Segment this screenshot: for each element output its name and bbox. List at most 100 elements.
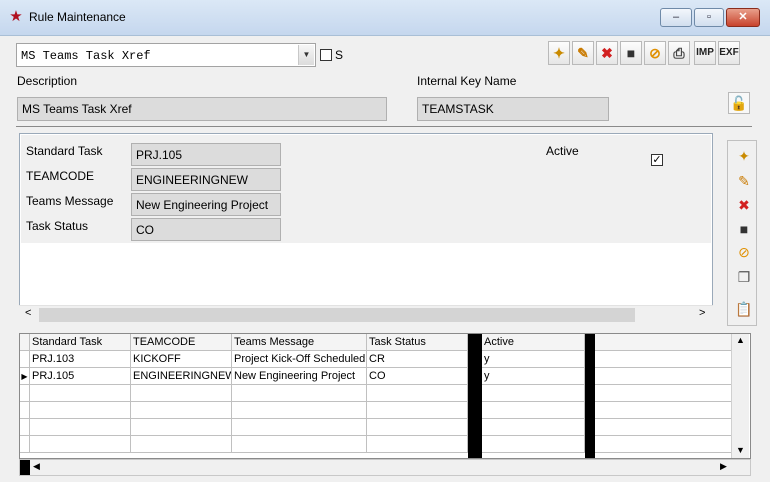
cell-teams-message[interactable]: Project Kick-Off Scheduled bbox=[232, 351, 367, 368]
teams-message-field[interactable]: New Engineering Project bbox=[131, 193, 281, 216]
window-title: Rule Maintenance bbox=[29, 10, 126, 24]
maximize-button[interactable]: ▫ bbox=[694, 8, 724, 27]
column-header-task-status[interactable]: Task Status bbox=[367, 334, 468, 351]
grid-scroll-right-icon[interactable]: ▶ bbox=[720, 461, 727, 472]
column-header-teamcode[interactable]: TEAMCODE bbox=[131, 334, 232, 351]
empty-cell[interactable] bbox=[131, 436, 232, 453]
detail-new-icon[interactable]: ✦ bbox=[734, 145, 754, 165]
unlock-icon[interactable]: 🔓 bbox=[728, 92, 750, 114]
grid-vertical-scrollbar[interactable]: ▲ ▼ bbox=[731, 334, 749, 458]
cell-task-status[interactable]: CR bbox=[367, 351, 468, 368]
cell-standard-task[interactable]: PRJ.105 bbox=[30, 368, 131, 385]
scrollbar-corner bbox=[20, 460, 30, 475]
grid-scroll-left-icon[interactable]: ◀ bbox=[33, 461, 40, 472]
cell-active[interactable]: y bbox=[482, 351, 585, 368]
detail-form bbox=[21, 135, 711, 243]
scroll-thumb[interactable] bbox=[39, 308, 635, 322]
rule-grid[interactable]: Standard Task TEAMCODE Teams Message Tas… bbox=[19, 333, 751, 459]
empty-cell[interactable] bbox=[131, 385, 232, 402]
empty-cell[interactable] bbox=[482, 385, 585, 402]
standard-task-field[interactable]: PRJ.105 bbox=[131, 143, 281, 166]
cell-empty bbox=[595, 351, 735, 368]
detail-save-icon[interactable]: ■ bbox=[734, 218, 754, 238]
minimize-button[interactable]: – bbox=[660, 8, 692, 27]
teamcode-label: TEAMCODE bbox=[26, 169, 95, 183]
delete-icon: ✖ bbox=[601, 45, 613, 61]
new-icon: ✦ bbox=[553, 45, 565, 61]
scroll-right-icon[interactable]: > bbox=[699, 307, 705, 319]
empty-cell[interactable] bbox=[367, 419, 468, 436]
empty-cell[interactable] bbox=[232, 402, 367, 419]
task-status-field[interactable]: CO bbox=[131, 218, 281, 241]
empty-cell[interactable] bbox=[30, 385, 131, 402]
chevron-down-icon[interactable]: ▼ bbox=[298, 45, 314, 65]
rule-combobox[interactable]: MS Teams Task Xref ▼ bbox=[16, 43, 316, 67]
cell-teams-message[interactable]: New Engineering Project bbox=[232, 368, 367, 385]
row-selector[interactable] bbox=[20, 351, 30, 368]
empty-cell bbox=[595, 436, 735, 453]
empty-cell[interactable] bbox=[482, 436, 585, 453]
cell-teamcode[interactable]: ENGINEERINGNEW bbox=[131, 368, 232, 385]
column-header-active[interactable]: Active bbox=[482, 334, 585, 351]
cell-task-status[interactable]: CO bbox=[367, 368, 468, 385]
description-field[interactable]: MS Teams Task Xref bbox=[17, 97, 387, 121]
separator bbox=[16, 126, 752, 127]
cancel-icon: ⊘ bbox=[649, 45, 661, 61]
new-button[interactable]: ✦ bbox=[548, 41, 570, 65]
empty-cell[interactable] bbox=[367, 385, 468, 402]
empty-cell[interactable] bbox=[30, 436, 131, 453]
save-button[interactable]: ■ bbox=[620, 41, 642, 65]
empty-cell[interactable] bbox=[482, 419, 585, 436]
detail-panel bbox=[19, 133, 713, 323]
empty-cell[interactable] bbox=[367, 436, 468, 453]
current-row-arrow-icon[interactable]: ▶ bbox=[20, 368, 30, 385]
empty-cell[interactable] bbox=[232, 385, 367, 402]
cell-standard-task[interactable]: PRJ.103 bbox=[30, 351, 131, 368]
active-checkbox[interactable]: ✓ bbox=[651, 154, 663, 166]
detail-copy-icon[interactable]: ❐ bbox=[734, 266, 754, 286]
empty-cell[interactable] bbox=[30, 419, 131, 436]
detail-cancel-icon[interactable]: ⊘ bbox=[734, 241, 754, 261]
empty-cell[interactable] bbox=[367, 402, 468, 419]
rule-combobox-value: MS Teams Task Xref bbox=[21, 49, 151, 63]
s-checkbox-label: S bbox=[335, 48, 344, 62]
export-button[interactable]: EXF bbox=[718, 41, 740, 65]
row-selector[interactable] bbox=[20, 385, 30, 402]
edit-button[interactable]: ✎ bbox=[572, 41, 594, 65]
teamcode-field[interactable]: ENGINEERINGNEW bbox=[131, 168, 281, 191]
empty-cell[interactable] bbox=[131, 402, 232, 419]
detail-edit-icon[interactable]: ✎ bbox=[734, 170, 754, 190]
empty-cell[interactable] bbox=[482, 402, 585, 419]
hidden-column bbox=[468, 334, 482, 458]
row-selector[interactable] bbox=[20, 419, 30, 436]
scroll-down-icon[interactable]: ▼ bbox=[736, 445, 745, 455]
cell-empty bbox=[595, 368, 735, 385]
teams-message-label: Teams Message bbox=[26, 194, 114, 208]
detail-paste-icon[interactable]: 📋 bbox=[734, 298, 754, 318]
empty-cell[interactable] bbox=[30, 402, 131, 419]
import-button[interactable]: IMP bbox=[694, 41, 716, 65]
row-selector[interactable] bbox=[20, 402, 30, 419]
detail-horizontal-scrollbar[interactable]: < > bbox=[19, 305, 713, 323]
internal-key-label: Internal Key Name bbox=[417, 74, 517, 88]
empty-cell[interactable] bbox=[131, 419, 232, 436]
cell-teamcode[interactable]: KICKOFF bbox=[131, 351, 232, 368]
scroll-up-icon[interactable]: ▲ bbox=[736, 335, 745, 345]
grid-horizontal-scrollbar[interactable]: ◀ ▶ bbox=[19, 459, 751, 476]
cell-active[interactable]: y bbox=[482, 368, 585, 385]
column-header-teams-message[interactable]: Teams Message bbox=[232, 334, 367, 351]
print-button[interactable]: ⎙ bbox=[668, 41, 690, 65]
empty-cell bbox=[595, 402, 735, 419]
cancel-button[interactable]: ⊘ bbox=[644, 41, 666, 65]
close-button[interactable]: ✕ bbox=[726, 8, 760, 27]
detail-delete-icon[interactable]: ✖ bbox=[734, 194, 754, 214]
internal-key-field[interactable]: TEAMSTASK bbox=[417, 97, 609, 121]
column-header-standard-task[interactable]: Standard Task bbox=[30, 334, 131, 351]
empty-cell[interactable] bbox=[232, 419, 367, 436]
delete-button[interactable]: ✖ bbox=[596, 41, 618, 65]
s-checkbox[interactable] bbox=[320, 49, 332, 61]
save-icon: ■ bbox=[626, 45, 636, 61]
scroll-left-icon[interactable]: < bbox=[25, 307, 31, 319]
row-selector[interactable] bbox=[20, 436, 30, 453]
empty-cell[interactable] bbox=[232, 436, 367, 453]
